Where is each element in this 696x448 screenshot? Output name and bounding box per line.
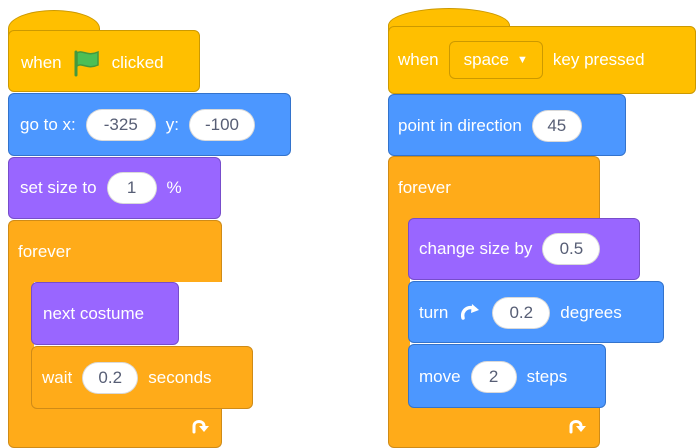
when-label: when bbox=[398, 50, 439, 69]
loop-arrow-icon bbox=[566, 414, 588, 442]
forever-label: forever bbox=[398, 178, 451, 197]
rotate-clockwise-icon bbox=[461, 304, 480, 320]
degrees-label: degrees bbox=[560, 303, 622, 322]
forever-arm bbox=[388, 219, 410, 411]
key-dropdown-value: space bbox=[463, 50, 510, 69]
turn-degrees-input[interactable]: 0.2 bbox=[492, 297, 551, 329]
loop-arrow-icon bbox=[189, 414, 211, 442]
change-size-input[interactable]: 0.5 bbox=[542, 233, 601, 265]
turn-label: turn bbox=[419, 303, 449, 322]
green-flag-icon bbox=[74, 50, 99, 77]
move-steps-input[interactable]: 2 bbox=[470, 361, 517, 393]
point-in-direction-row: point in direction 45 bbox=[398, 110, 582, 142]
when-key-pressed-row: when space ▼ key pressed bbox=[398, 41, 645, 79]
direction-input[interactable]: 45 bbox=[531, 110, 582, 142]
wait-seconds-input[interactable]: 0.2 bbox=[82, 362, 139, 394]
key-pressed-label: key pressed bbox=[552, 50, 645, 69]
y-input[interactable]: -100 bbox=[189, 109, 255, 141]
key-dropdown[interactable]: space ▼ bbox=[448, 41, 543, 79]
point-in-direction-label: point in direction bbox=[398, 116, 522, 135]
forever-row: forever bbox=[398, 172, 451, 204]
next-costume-row: next costume bbox=[43, 298, 144, 330]
when-flag-clicked-row: when clicked bbox=[21, 47, 164, 79]
move-row: move 2 steps bbox=[419, 361, 567, 393]
forever-row: forever bbox=[18, 236, 71, 268]
x-input[interactable]: -325 bbox=[85, 109, 156, 141]
y-label: y: bbox=[165, 115, 179, 134]
steps-label: steps bbox=[526, 367, 568, 386]
wait-label: wait bbox=[42, 368, 73, 387]
set-size-label: set size to bbox=[20, 178, 97, 197]
when-label: when bbox=[21, 53, 62, 72]
next-costume-label: next costume bbox=[43, 304, 145, 323]
percent-label: % bbox=[166, 178, 182, 197]
go-to-x-label: go to x: bbox=[20, 115, 76, 134]
go-to-xy-row: go to x: -325 y: -100 bbox=[20, 109, 255, 141]
change-size-label: change size by bbox=[419, 239, 533, 258]
turn-row: turn 0.2 degrees bbox=[419, 297, 622, 329]
forever-label: forever bbox=[18, 242, 71, 261]
chevron-down-icon: ▼ bbox=[517, 54, 528, 66]
wait-row: wait 0.2 seconds bbox=[42, 362, 212, 394]
set-size-row: set size to 1 % bbox=[20, 172, 182, 204]
move-label: move bbox=[419, 367, 461, 386]
clicked-label: clicked bbox=[111, 53, 164, 72]
change-size-row: change size by 0.5 bbox=[419, 233, 601, 265]
seconds-label: seconds bbox=[148, 368, 212, 387]
size-input[interactable]: 1 bbox=[106, 172, 157, 204]
